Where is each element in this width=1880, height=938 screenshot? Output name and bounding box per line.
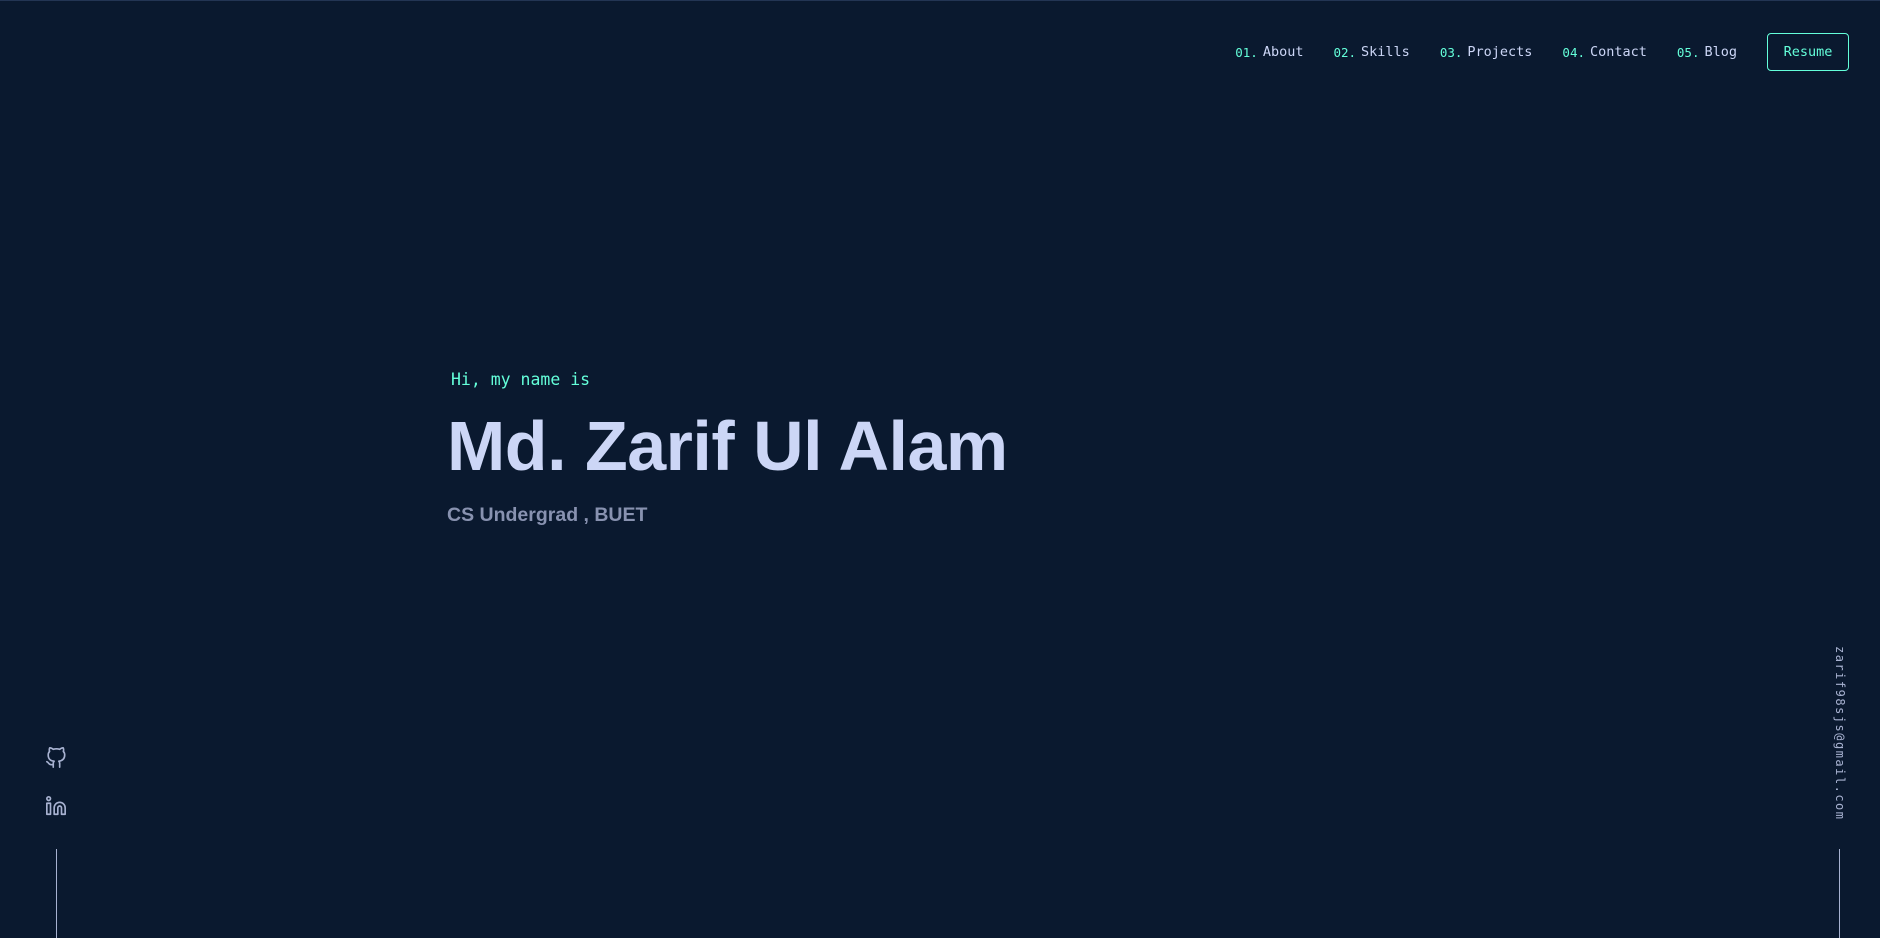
nav-item-blog[interactable]: 05. Blog [1677, 44, 1737, 60]
nav-item-number: 01. [1235, 44, 1258, 60]
email-link[interactable]: zarif98sjs@gmail.com [1820, 646, 1860, 822]
nav-item-number: 03. [1439, 44, 1463, 60]
nav-item-label: Projects [1467, 44, 1533, 60]
right-vertical-line [1839, 849, 1840, 938]
social-links [40, 744, 72, 840]
email-text: zarif98sjs@gmail.com [1833, 646, 1847, 821]
nav-item-number: 05. [1676, 44, 1700, 60]
hero-section: Hi, my name is Md. Zarif Ul Alam CS Unde… [447, 366, 1008, 527]
nav-item-contact[interactable]: 04. Contact [1562, 44, 1646, 60]
nav-item-projects[interactable]: 03. Projects [1440, 44, 1533, 60]
linkedin-icon [46, 796, 66, 816]
nav-item-label: Contact [1590, 44, 1647, 60]
resume-button[interactable]: Resume [1767, 33, 1849, 71]
hero-greeting: Hi, my name is [451, 370, 591, 389]
top-nav: 01. About 02. Skills 03. Projects 04. Co… [1235, 32, 1880, 72]
left-vertical-line [56, 849, 57, 938]
nav-item-skills[interactable]: 02. Skills [1333, 44, 1409, 60]
top-border [0, 0, 1880, 1]
github-link[interactable] [42, 744, 70, 772]
hero-name: Md. Zarif Ul Alam [447, 407, 1008, 485]
nav-item-label: About [1262, 44, 1304, 60]
nav-item-about[interactable]: 01. About [1235, 44, 1303, 60]
nav-item-label: Blog [1704, 44, 1737, 60]
nav-item-number: 02. [1333, 44, 1357, 60]
linkedin-link[interactable] [42, 792, 70, 820]
github-icon [46, 747, 66, 768]
nav-item-label: Skills [1361, 44, 1410, 60]
hero-subtitle: CS Undergrad , BUET [447, 504, 648, 526]
nav-item-number: 04. [1562, 44, 1585, 60]
